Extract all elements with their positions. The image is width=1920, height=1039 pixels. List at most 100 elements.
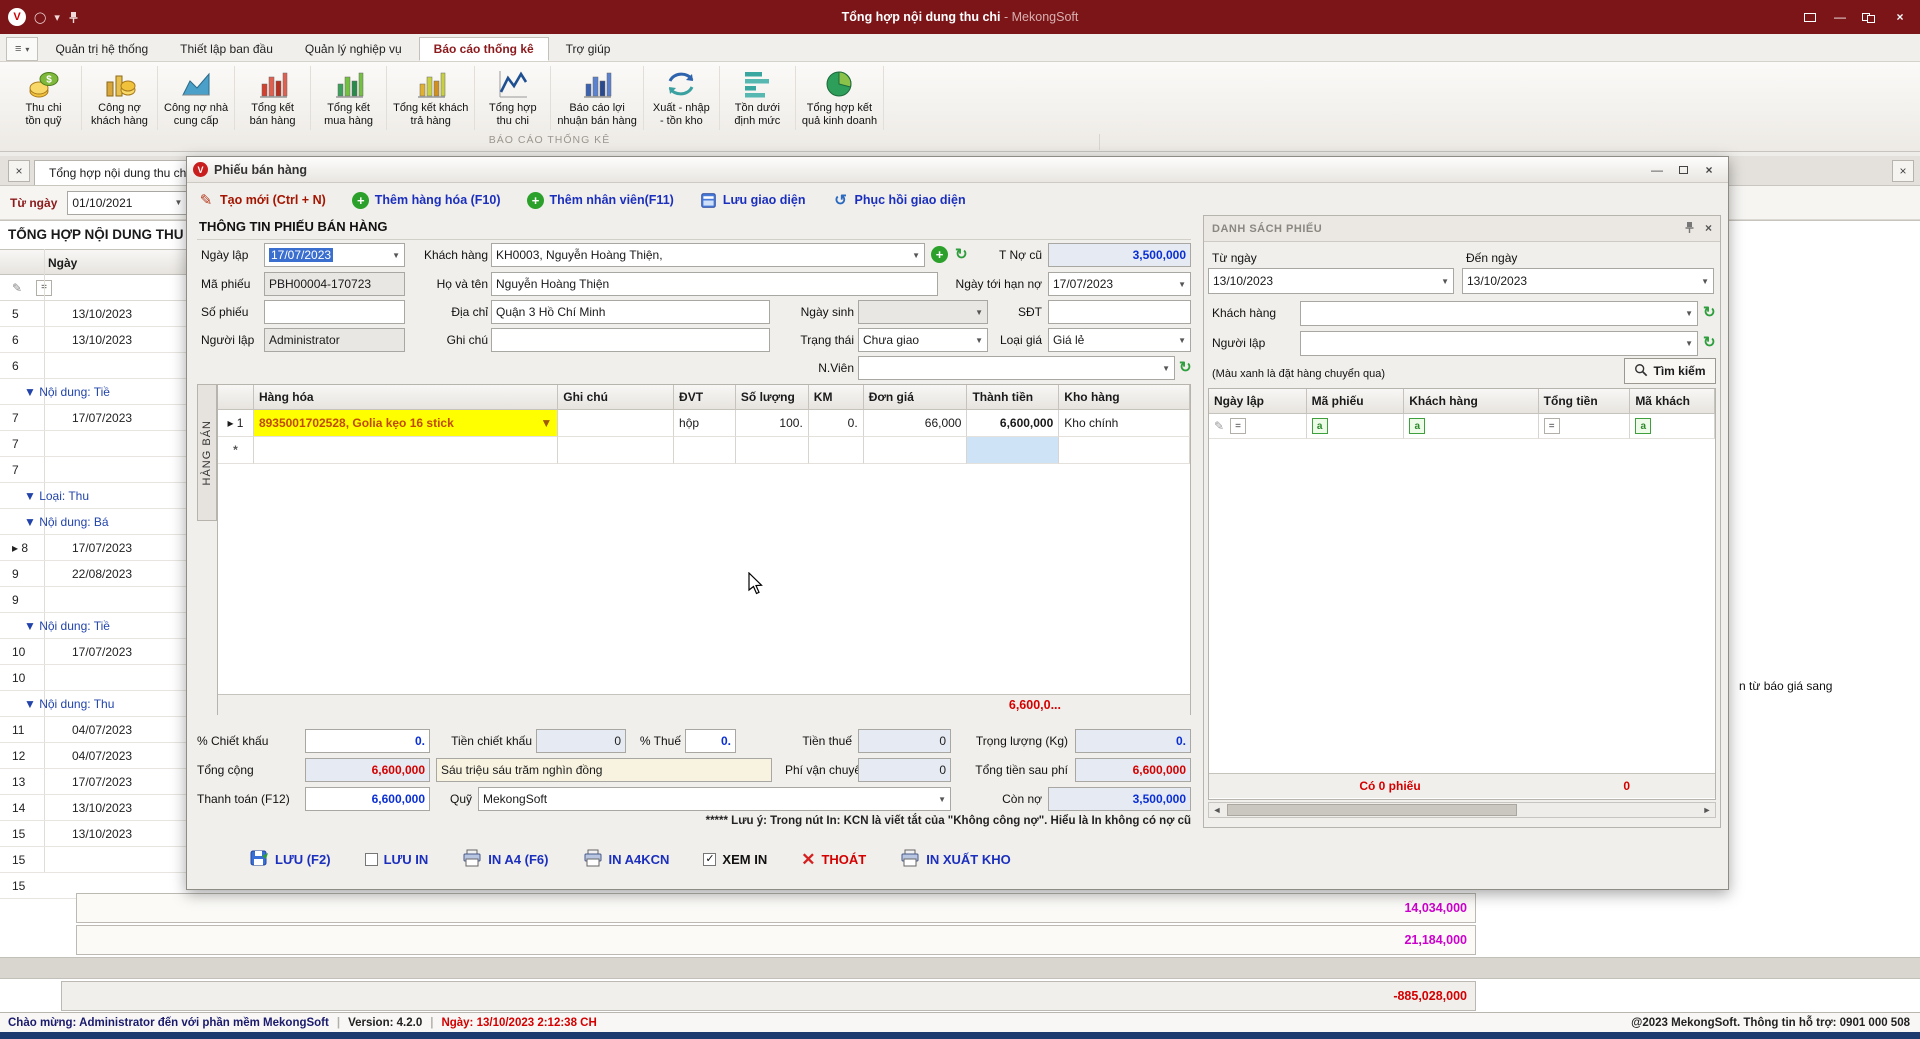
row-indicator[interactable]: ▸ 1 <box>218 410 254 437</box>
close-all-tabs-button[interactable]: × <box>1892 160 1914 182</box>
panel-column-header-4[interactable]: Tổng tiền <box>1539 389 1631 414</box>
report-data-row[interactable]: 7 <box>0 457 186 483</box>
dialog-maximize-button[interactable] <box>1672 161 1694 179</box>
app-menu-tab[interactable]: ≡▾ <box>6 37 38 61</box>
empty-cell[interactable] <box>558 437 674 464</box>
refresh-icon[interactable]: ↻ <box>1703 335 1716 350</box>
receipt-list-grid[interactable]: Có 0 phiếu 0 Ngày lậpMã phiếuKhách hàngT… <box>1208 388 1716 800</box>
report-data-row[interactable]: 15 <box>0 847 186 873</box>
product-grid[interactable]: 6,600,0... Hàng hóaGhi chúĐVTSố lượngKMĐ… <box>217 384 1191 715</box>
dialog-toolbar-item-3[interactable]: +Thêm nhân viên(F11) <box>526 191 673 209</box>
scrollbar-thumb[interactable] <box>1227 804 1517 816</box>
column-header-3[interactable]: ĐVT <box>674 385 736 410</box>
horizontal-scrollbar[interactable]: ◄ ► <box>1208 802 1716 818</box>
ribbon-button-4[interactable]: Tổng kếtbán hàng <box>235 66 311 130</box>
column-header-2[interactable]: Ghi chú <box>558 385 674 410</box>
panel-column-header-5[interactable]: Mã khách <box>1630 389 1715 414</box>
dropdown-arrow-icon[interactable]: ▼ <box>1682 309 1693 318</box>
report-data-row[interactable]: 10 <box>0 665 186 691</box>
report-data-row[interactable]: 9 <box>0 587 186 613</box>
han-no-input[interactable]: 17/07/2023▼ <box>1048 272 1191 296</box>
ribbon-tab-4[interactable]: Báo cáo thống kê <box>419 37 549 61</box>
khach-hang-combo[interactable]: KH0003, Nguyễn Hoàng Thiện,▼ <box>491 243 925 267</box>
screen-toggle-icon[interactable] <box>1802 10 1818 24</box>
dropdown-arrow-icon[interactable]: ▼ <box>1175 336 1186 345</box>
panel-filter-cell-5[interactable]: a <box>1630 414 1715 439</box>
ribbon-button-10[interactable]: Tồn dướiđịnh mức <box>720 66 796 130</box>
loai-gia-combo[interactable]: Giá lẻ▼ <box>1048 328 1191 352</box>
ngay-sinh-input[interactable]: ▼ <box>858 300 988 324</box>
dropdown-arrow-icon[interactable]: ▼ <box>972 308 983 317</box>
column-header-7[interactable]: Thành tiền <box>967 385 1059 410</box>
filter-equals-icon[interactable]: = <box>1230 418 1246 434</box>
cell-thanh-tien[interactable]: 6,600,000 <box>967 410 1059 437</box>
exit-button[interactable]: ✕ THOÁT <box>801 851 866 868</box>
pin-icon[interactable] <box>1684 221 1695 237</box>
new-row-indicator[interactable]: * <box>218 437 254 464</box>
ghi-chu-input[interactable] <box>491 328 770 352</box>
empty-cell[interactable] <box>674 437 736 464</box>
search-button[interactable]: Tìm kiếm <box>1624 358 1716 384</box>
checkbox-unchecked-icon[interactable] <box>365 853 378 866</box>
print-a4-button[interactable]: IN A4 (F6) <box>462 848 548 871</box>
panel-close-icon[interactable]: × <box>1705 221 1712 237</box>
scroll-right-icon[interactable]: ► <box>1699 805 1715 815</box>
refresh-customer-icon[interactable]: ↻ <box>955 247 968 262</box>
ck-pct-input[interactable]: 0. <box>305 729 430 753</box>
report-data-row[interactable]: 513/10/2023 <box>0 301 186 327</box>
column-header-1[interactable]: Hàng hóa <box>254 385 558 410</box>
print-warehouse-button[interactable]: IN XUẤT KHO <box>900 848 1011 871</box>
report-data-row[interactable]: ▸ 817/07/2023 <box>0 535 186 561</box>
ribbon-tab-2[interactable]: Thiết lập ban đầu <box>165 37 288 61</box>
thue-pct-input[interactable]: 0. <box>685 729 736 753</box>
dropdown-arrow-icon[interactable]: ▼ <box>540 416 552 430</box>
report-data-row[interactable]: 1513/10/2023 <box>0 821 186 847</box>
report-grid-header[interactable]: Ngày <box>0 249 186 275</box>
ribbon-tab-1[interactable]: Quản trị hệ thống <box>40 37 163 61</box>
cell-dvt[interactable]: hộp <box>674 410 736 437</box>
from-date-input[interactable]: 01/10/2021▼ <box>67 191 187 215</box>
ho-ten-input[interactable]: Nguyễn Hoàng Thiện <box>491 272 938 296</box>
panel-to-date-input[interactable]: 13/10/2023▼ <box>1462 268 1714 294</box>
report-data-row[interactable]: 717/07/2023 <box>0 405 186 431</box>
report-group-row[interactable]: ▼ Nội dung: Tiề <box>0 613 186 639</box>
column-header-5[interactable]: KM <box>809 385 864 410</box>
report-group-row[interactable]: ▼ Loại: Thu <box>0 483 186 509</box>
column-header-4[interactable]: Số lượng <box>736 385 809 410</box>
ma-phieu-input[interactable]: PBH00004-170723 <box>264 272 405 296</box>
dialog-close-button[interactable]: × <box>1698 161 1720 179</box>
report-data-row[interactable]: 6 <box>0 353 186 379</box>
refresh-staff-icon[interactable]: ↻ <box>1179 360 1192 375</box>
report-data-row[interactable]: 1017/07/2023 <box>0 639 186 665</box>
quick-access-circle-icon[interactable]: ◯ <box>34 11 46 24</box>
dropdown-arrow-icon[interactable]: ▼ <box>972 336 983 345</box>
ribbon-button-5[interactable]: Tổng kếtmua hàng <box>311 66 387 130</box>
close-tab-button[interactable]: × <box>8 160 30 182</box>
report-data-row[interactable]: 1204/07/2023 <box>0 743 186 769</box>
dropdown-arrow-icon[interactable]: ▼ <box>935 795 946 804</box>
report-data-row[interactable]: 1317/07/2023 <box>0 769 186 795</box>
report-data-row[interactable]: 7 <box>0 431 186 457</box>
date-column-header[interactable]: Ngày <box>48 250 77 276</box>
ribbon-button-11[interactable]: Tổng hợp kếtquả kinh doanh <box>796 66 884 130</box>
empty-cell[interactable] <box>736 437 809 464</box>
empty-cell[interactable] <box>864 437 968 464</box>
quy-combo[interactable]: MekongSoft▼ <box>478 787 951 811</box>
minimize-button[interactable]: — <box>1832 10 1848 24</box>
report-group-row[interactable]: ▼ Nội dung: Bá <box>0 509 186 535</box>
dropdown-arrow-icon[interactable]: ▼ <box>909 251 920 260</box>
report-data-row[interactable]: 613/10/2023 <box>0 327 186 353</box>
filter-equals-icon[interactable]: = <box>1544 418 1560 434</box>
ribbon-button-2[interactable]: Công nợkhách hàng <box>82 66 158 130</box>
panel-column-header-2[interactable]: Mã phiếu <box>1307 389 1405 414</box>
panel-filter-cell-4[interactable]: = <box>1539 414 1631 439</box>
ribbon-tab-3[interactable]: Quản lý nghiệp vụ <box>290 37 417 61</box>
save-print-checkbox[interactable]: LƯU IN <box>365 852 429 867</box>
dropdown-arrow-icon[interactable]: ▼ <box>1438 277 1449 286</box>
empty-cell[interactable] <box>967 437 1059 464</box>
hang-ban-side-tab[interactable]: HÀNG BÁN <box>197 384 217 521</box>
cell-so-luong[interactable]: 100. <box>736 410 809 437</box>
report-data-row[interactable]: 922/08/2023 <box>0 561 186 587</box>
report-group-row[interactable]: ▼ Nội dung: Thu <box>0 691 186 717</box>
pin-icon[interactable] <box>68 11 79 24</box>
